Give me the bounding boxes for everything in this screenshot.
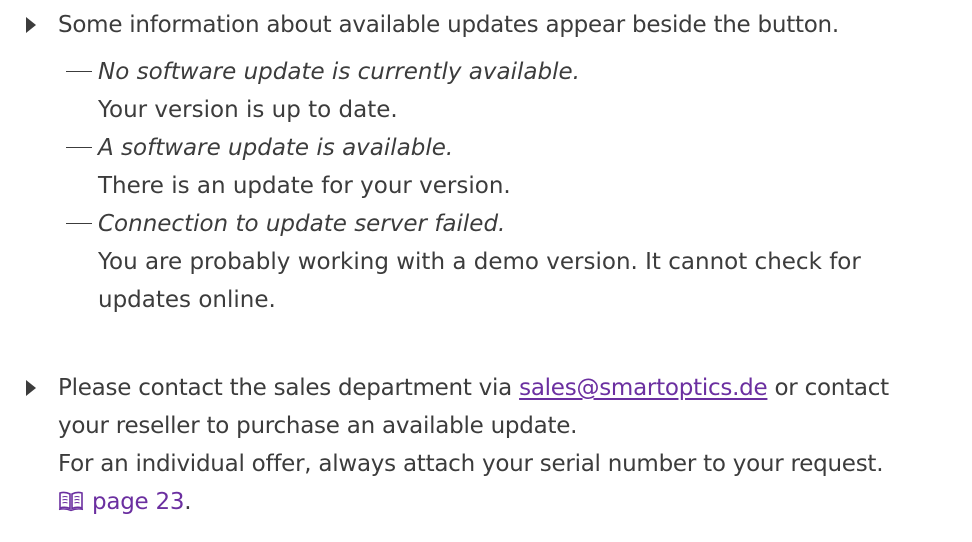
page-ref-suffix: .	[184, 489, 192, 515]
status-title: No software update is currently availabl…	[98, 59, 580, 85]
contact-line3: For an individual offer, always attach y…	[58, 451, 884, 477]
status-description-line1: You are probably working with a demo ver…	[98, 249, 861, 275]
triangle-bullet-icon	[26, 369, 38, 407]
page-reference: page 23.	[58, 483, 958, 521]
contact-text-after-link: or contact	[767, 375, 889, 401]
dash-marker	[66, 147, 92, 148]
status-update-available: A software update is available. There is…	[38, 129, 511, 205]
status-title: Connection to update server failed.	[98, 211, 506, 237]
contact-line2: your reseller to purchase an available u…	[58, 413, 578, 439]
status-no-update: No software update is currently availabl…	[38, 53, 580, 129]
status-connection-failed: Connection to update server failed. You …	[38, 205, 861, 319]
sales-email-link[interactable]: sales@smartoptics.de	[519, 375, 768, 401]
status-title: A software update is available.	[98, 135, 454, 161]
status-description: There is an update for your version.	[98, 173, 511, 199]
page-ref-link[interactable]: page 23	[58, 489, 185, 515]
bullet-text-updates-info: Some information about available updates…	[58, 12, 839, 38]
book-icon	[58, 491, 84, 512]
page-ref-text: page 23	[92, 489, 185, 515]
dash-marker	[66, 71, 92, 72]
status-description: Your version is up to date.	[98, 97, 398, 123]
contact-text-before-link: Please contact the sales department via	[58, 375, 520, 401]
bullet-text-contact-sales: Please contact the sales department via …	[58, 369, 958, 407]
triangle-bullet-icon	[26, 6, 38, 44]
status-description-line2: updates online.	[98, 287, 276, 313]
dash-marker	[66, 223, 92, 224]
